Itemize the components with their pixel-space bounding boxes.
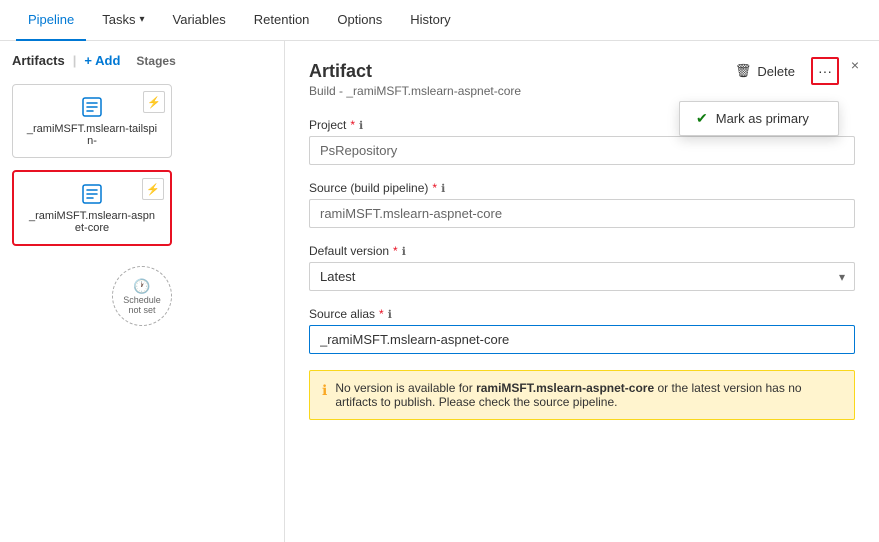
source-required: *: [432, 181, 437, 195]
default-version-label: Default version * ℹ: [309, 244, 855, 258]
more-options-button[interactable]: ···: [811, 57, 839, 85]
project-info-icon[interactable]: ℹ: [359, 119, 363, 132]
context-menu: ✔ Mark as primary: [679, 101, 839, 136]
close-button[interactable]: ×: [843, 53, 867, 77]
source-alias-field-group: Source alias * ℹ: [309, 307, 855, 354]
source-label: Source (build pipeline) * ℹ: [309, 181, 855, 195]
default-version-select[interactable]: Latest: [309, 262, 855, 291]
artifact-icon-2: [26, 182, 158, 206]
warning-banner: ℹ No version is available for ramiMSFT.m…: [309, 370, 855, 420]
artifacts-title: Artifacts: [12, 53, 65, 68]
lightning-btn-1[interactable]: ⚡: [143, 91, 165, 113]
trash-icon: 🗑: [735, 63, 752, 79]
nav-retention[interactable]: Retention: [242, 0, 322, 41]
nav-pipeline[interactable]: Pipeline: [16, 0, 86, 41]
artifact-name-1: _ramiMSFT.mslearn-tailspin-: [25, 123, 159, 147]
warning-text: No version is available for ramiMSFT.msl…: [335, 381, 842, 409]
lightning-btn-2[interactable]: ⚡: [142, 178, 164, 200]
source-alias-info-icon[interactable]: ℹ: [388, 308, 392, 321]
nav-history[interactable]: History: [398, 0, 462, 41]
warning-icon: ℹ: [322, 382, 327, 399]
nav-tasks[interactable]: Tasks ▾: [90, 0, 156, 41]
default-version-info-icon[interactable]: ℹ: [402, 245, 406, 258]
artifact-card-1[interactable]: ⚡ _ramiMSFT.mslearn-tailspin-: [12, 84, 172, 158]
panel-toolbar: 🗑 Delete ··· ✔ Mark as primary: [727, 57, 839, 85]
schedule-icon: 🕐: [133, 278, 150, 295]
project-input[interactable]: [309, 136, 855, 165]
source-alias-label: Source alias * ℹ: [309, 307, 855, 321]
default-version-select-wrapper: Latest ▾: [309, 262, 855, 291]
nav-variables[interactable]: Variables: [161, 0, 238, 41]
source-info-icon[interactable]: ℹ: [441, 182, 445, 195]
schedule-card[interactable]: 🕐 Schedule not set: [112, 266, 172, 326]
header-separator: |: [73, 53, 77, 68]
mark-as-primary-item[interactable]: ✔ Mark as primary: [680, 102, 838, 135]
schedule-line2: not set: [128, 305, 155, 315]
delete-button[interactable]: 🗑 Delete: [727, 59, 803, 83]
nav-options[interactable]: Options: [325, 0, 394, 41]
default-version-required: *: [393, 244, 398, 258]
schedule-line1: Schedule: [123, 295, 161, 305]
top-nav: Pipeline Tasks ▾ Variables Retention Opt…: [0, 0, 879, 41]
right-panel: 🗑 Delete ··· ✔ Mark as primary ×: [285, 41, 879, 542]
source-alias-required: *: [379, 307, 384, 321]
artifact-icon-1: [25, 95, 159, 119]
artifacts-header: Artifacts | + Add Stages: [12, 53, 272, 68]
left-panel: Artifacts | + Add Stages ⚡ _ramiMSFT.msl…: [0, 41, 285, 542]
source-input[interactable]: [309, 199, 855, 228]
default-version-field-group: Default version * ℹ Latest ▾: [309, 244, 855, 291]
check-icon: ✔: [696, 110, 708, 127]
panel-subtitle: Build - _ramiMSFT.mslearn-aspnet-core: [309, 84, 855, 98]
add-artifact-button[interactable]: + Add: [84, 53, 120, 68]
source-alias-input[interactable]: [309, 325, 855, 354]
project-required: *: [350, 118, 355, 132]
tasks-dropdown-arrow: ▾: [140, 14, 145, 25]
main-content: Artifacts | + Add Stages ⚡ _ramiMSFT.msl…: [0, 41, 879, 542]
artifact-card-2[interactable]: ⚡ _ramiMSFT.mslearn-aspnet-core: [12, 170, 172, 246]
artifact-name-2: _ramiMSFT.mslearn-aspnet-core: [26, 210, 158, 234]
source-field-group: Source (build pipeline) * ℹ: [309, 181, 855, 228]
stages-label: Stages: [136, 54, 175, 68]
